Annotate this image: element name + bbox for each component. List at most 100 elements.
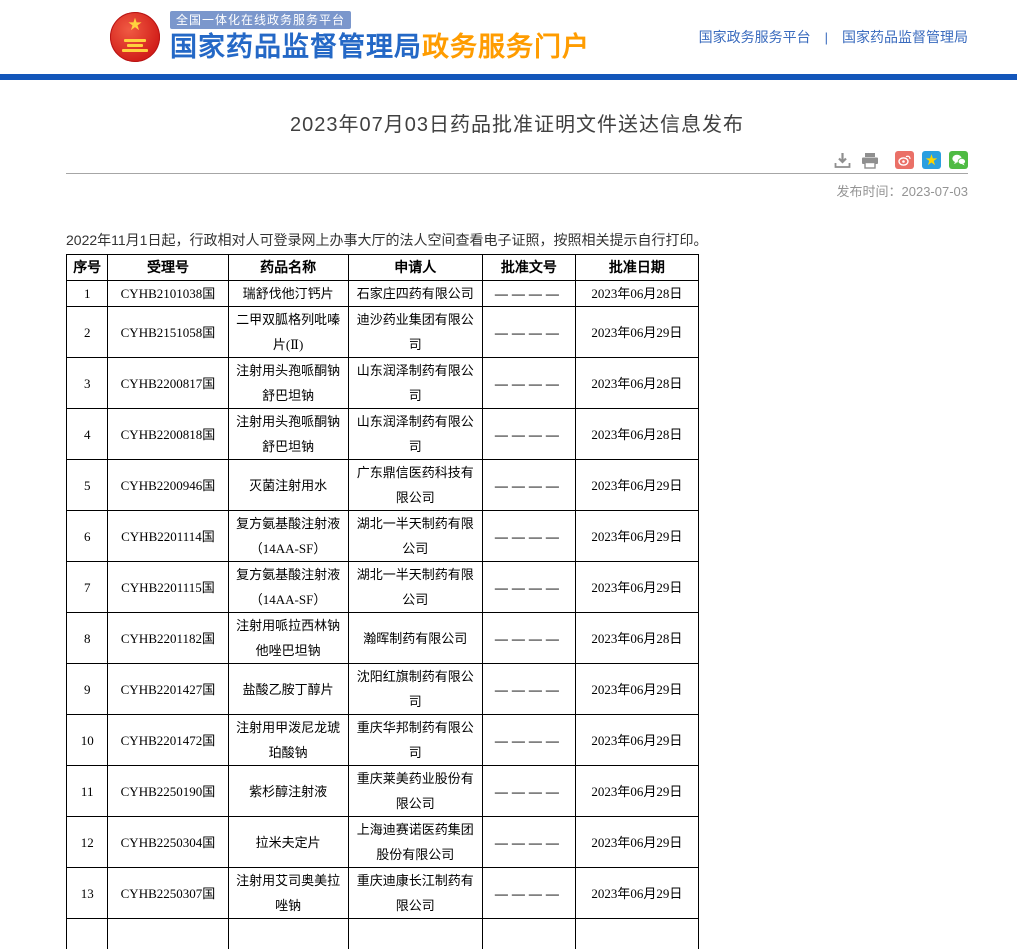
table-cell: CYHB2250307国: [108, 868, 228, 919]
page-title: 2023年07月03日药品批准证明文件送达信息发布: [66, 108, 968, 137]
table-cell: 2023年06月29日: [575, 715, 698, 766]
table-row: 12CYHB2250304国拉米夫定片上海迪赛诺医药集团股份有限公司————20…: [67, 817, 699, 868]
table-cell: 注射用头孢哌酮钠舒巴坦钠: [228, 358, 348, 409]
table-row: 7CYHB2201115国复方氨基酸注射液（14AA-SF）湖北一半天制药有限公…: [67, 562, 699, 613]
table-cell: 2023年06月29日: [575, 868, 698, 919]
table-cell: 11: [67, 766, 108, 817]
table-cell: 紫杉醇注射液: [228, 766, 348, 817]
table-cell: 上海迪赛诺医药集团股份有限公司: [348, 817, 482, 868]
table-cell: 湖北一半天制药有限公司: [348, 562, 482, 613]
site-title-main: 国家药品监督管理局: [170, 32, 422, 62]
site-logo[interactable]: ★ 全国一体化在线政务服务平台 国家药品监督管理局政务服务门户: [110, 11, 590, 63]
table-cell: ————: [482, 715, 575, 766]
table-cell: 1: [67, 281, 108, 307]
table-cell: 2023年06月28日: [575, 409, 698, 460]
table-cell: 盐酸乙胺丁醇片: [228, 664, 348, 715]
table-cell: 10: [67, 715, 108, 766]
table-cell: CYHB2200946国: [108, 460, 228, 511]
platform-badge: 全国一体化在线政务服务平台: [170, 11, 351, 29]
table-cell: ————: [482, 766, 575, 817]
column-header: 序号: [67, 255, 108, 281]
table-cell: 复方氨基酸注射液（14AA-SF）: [228, 562, 348, 613]
table-cell: [108, 919, 228, 949]
table-cell: 5: [67, 460, 108, 511]
table-cell: 2023年06月28日: [575, 358, 698, 409]
table-row: 10CYHB2201472国注射用甲泼尼龙琥珀酸钠重庆华邦制药有限公司————2…: [67, 715, 699, 766]
table-cell: ————: [482, 868, 575, 919]
table-cell: CYHB2201182国: [108, 613, 228, 664]
table-cell: 2023年06月29日: [575, 817, 698, 868]
table-cell: ————: [482, 281, 575, 307]
table-cell: 2: [67, 307, 108, 358]
table-cell: 2023年06月29日: [575, 766, 698, 817]
table-cell: CYHB2201115国: [108, 562, 228, 613]
column-header: 申请人: [348, 255, 482, 281]
link-nmpa[interactable]: 国家药品监督管理局: [842, 27, 968, 47]
table-cell: [482, 919, 575, 949]
table-row: 5CYHB2200946国灭菌注射用水广东鼎信医药科技有限公司————2023年…: [67, 460, 699, 511]
table-cell: 2023年06月28日: [575, 613, 698, 664]
publish-time: 发布时间：2023-07-03: [66, 181, 968, 200]
table-cell: 山东润泽制药有限公司: [348, 358, 482, 409]
table-cell: 复方氨基酸注射液（14AA-SF）: [228, 511, 348, 562]
site-header: ★ 全国一体化在线政务服务平台 国家药品监督管理局政务服务门户 国家政务服务平台…: [0, 0, 1017, 74]
table-cell: 迪沙药业集团有限公司: [348, 307, 482, 358]
table-row: 2CYHB2151058国二甲双胍格列吡嗪片(Ⅱ)迪沙药业集团有限公司————2…: [67, 307, 699, 358]
table-cell: 2023年06月29日: [575, 511, 698, 562]
table-cell: 重庆迪康长江制药有限公司: [348, 868, 482, 919]
weibo-icon[interactable]: [895, 151, 914, 169]
article-content: 2023年07月03日药品批准证明文件送达信息发布 ★ 发布时间：2023-07…: [66, 108, 968, 949]
table-cell: 2023年06月29日: [575, 307, 698, 358]
column-header: 药品名称: [228, 255, 348, 281]
table-cell: 广东鼎信医药科技有限公司: [348, 460, 482, 511]
site-title-accent: 政务服务门户: [422, 32, 590, 62]
wechat-icon[interactable]: [949, 151, 968, 169]
table-cell: 7: [67, 562, 108, 613]
table-cell: 9: [67, 664, 108, 715]
site-title: 国家药品监督管理局政务服务门户: [170, 31, 590, 63]
header-links: 国家政务服务平台 | 国家药品监督管理局: [699, 27, 968, 47]
table-cell: 6: [67, 511, 108, 562]
table-cell: 二甲双胍格列吡嗪片(Ⅱ): [228, 307, 348, 358]
table-cell: 重庆莱美药业股份有限公司: [348, 766, 482, 817]
approval-table: 序号受理号药品名称申请人批准文号批准日期 1CYHB2101038国瑞舒伐他汀钙…: [66, 254, 699, 949]
table-row: 4CYHB2200818国注射用头孢哌酮钠舒巴坦钠山东润泽制药有限公司————2…: [67, 409, 699, 460]
table-cell: 注射用头孢哌酮钠舒巴坦钠: [228, 409, 348, 460]
table-cell: 注射用哌拉西林钠他唑巴坦钠: [228, 613, 348, 664]
table-cell: [575, 919, 698, 949]
table-cell: 2023年06月29日: [575, 664, 698, 715]
table-cell: ————: [482, 409, 575, 460]
table-cell: ————: [482, 460, 575, 511]
table-cell: [67, 919, 108, 949]
column-header: 受理号: [108, 255, 228, 281]
table-cell: 瑞舒伐他汀钙片: [228, 281, 348, 307]
table-cell: ————: [482, 511, 575, 562]
table-cell: 湖北一半天制药有限公司: [348, 511, 482, 562]
table-row: 1CYHB2101038国瑞舒伐他汀钙片石家庄四药有限公司————2023年06…: [67, 281, 699, 307]
table-cell: ————: [482, 613, 575, 664]
table-row: 13CYHB2250307国注射用艾司奥美拉唑钠重庆迪康长江制药有限公司————…: [67, 868, 699, 919]
table-cell: 13: [67, 868, 108, 919]
table-row: 9CYHB2201427国盐酸乙胺丁醇片沈阳红旗制药有限公司————2023年0…: [67, 664, 699, 715]
column-header: 批准文号: [482, 255, 575, 281]
table-cell: [348, 919, 482, 949]
table-cell: 8: [67, 613, 108, 664]
notice-text: 2022年11月1日起，行政相对人可登录网上办事大厅的法人空间查看电子证照，按照…: [66, 231, 968, 249]
table-row: 3CYHB2200817国注射用头孢哌酮钠舒巴坦钠山东润泽制药有限公司————2…: [67, 358, 699, 409]
table-cell: 4: [67, 409, 108, 460]
table-cell: CYHB2201114国: [108, 511, 228, 562]
download-icon[interactable]: [833, 151, 852, 169]
qzone-icon[interactable]: ★: [922, 151, 941, 169]
link-separator: |: [825, 30, 828, 45]
table-cell: ————: [482, 307, 575, 358]
table-cell: 山东润泽制药有限公司: [348, 409, 482, 460]
table-row: 8CYHB2201182国注射用哌拉西林钠他唑巴坦钠瀚晖制药有限公司————20…: [67, 613, 699, 664]
link-national-gov-platform[interactable]: 国家政务服务平台: [699, 27, 811, 47]
article-toolbar: ★: [66, 151, 968, 174]
table-cell: 2023年06月28日: [575, 281, 698, 307]
print-icon[interactable]: [860, 151, 879, 169]
column-header: 批准日期: [575, 255, 698, 281]
table-cell: ————: [482, 358, 575, 409]
table-cell: ————: [482, 817, 575, 868]
table-cell: 2023年06月29日: [575, 460, 698, 511]
